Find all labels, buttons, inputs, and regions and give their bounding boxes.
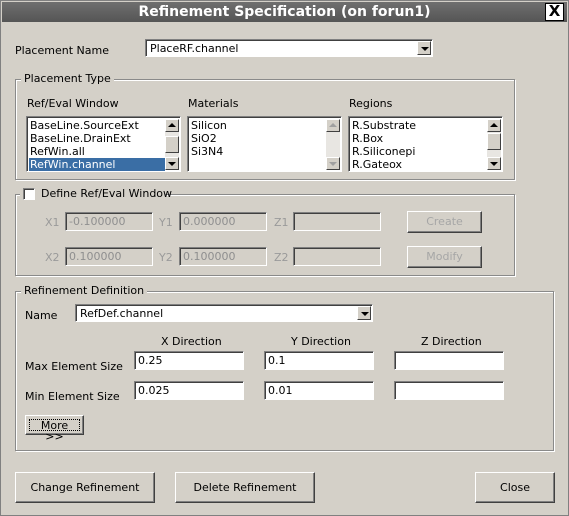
list-item-selected[interactable]: RefWin.channel [29,158,165,171]
max-y-input[interactable]: 0.1 [264,351,374,370]
window-title: Refinement Specification (on forun1) [138,4,431,20]
refdef-name-label: Name [25,309,58,322]
max-x-input[interactable]: 0.25 [134,351,244,370]
ref-eval-window-header: Ref/Eval Window [27,97,119,110]
scroll-thumb[interactable] [165,136,179,153]
list-item[interactable]: R.Gateox [352,158,402,171]
define-window-checkbox[interactable] [23,188,35,200]
scroll-down-icon[interactable] [487,157,501,170]
close-button[interactable]: Close [475,472,555,503]
z-direction-header: Z Direction [421,335,482,348]
list-item[interactable]: R.Box [352,132,383,145]
min-x-input[interactable]: 0.025 [134,381,244,400]
scroll-thumb[interactable] [487,133,501,150]
scroll-down-icon[interactable] [326,157,340,170]
y1-label: Y1 [159,216,173,229]
modify-button[interactable]: Modify [407,246,482,268]
scroll-down-icon[interactable] [165,157,179,170]
placement-type-legend: Placement Type [21,72,114,85]
list-item[interactable]: R.Siliconepi [352,145,415,158]
list-item[interactable]: BaseLine.SourceExt [30,119,139,132]
y-direction-header: Y Direction [291,335,351,348]
define-window-legend: Define Ref/Eval Window [20,187,172,201]
list-item[interactable]: RefWin.all [30,145,85,158]
materials-scrollbar[interactable] [326,119,340,170]
y1-input[interactable]: 0.000000 [179,212,267,231]
chevron-down-icon[interactable] [417,41,431,55]
y2-label: Y2 [159,251,173,264]
list-item[interactable]: Silicon [191,119,227,132]
z2-label: Z2 [274,251,289,264]
refinement-dialog: Refinement Specification (on forun1) X P… [0,0,569,516]
placement-name-combo[interactable]: PlaceRF.channel [145,39,433,57]
list-item[interactable]: BaseLine.DrainExt [30,132,131,145]
refdef-name-value: RefDef.channel [80,307,164,320]
min-element-size-label: Min Element Size [25,390,120,403]
max-z-input[interactable] [394,351,504,370]
placement-name-label: Placement Name [15,44,109,57]
more-button-label: More >> [29,419,80,442]
ref-eval-window-list[interactable]: BaseLine.SourceExt BaseLine.DrainExt Ref… [26,116,181,172]
z1-input[interactable] [293,212,381,231]
regions-header: Regions [349,97,393,110]
x2-label: X2 [45,251,60,264]
delete-refinement-button[interactable]: Delete Refinement [175,472,315,503]
scroll-up-icon[interactable] [165,119,179,132]
min-y-input[interactable]: 0.01 [264,381,374,400]
scroll-up-icon[interactable] [487,119,501,132]
define-window-label: Define Ref/Eval Window [41,187,173,200]
create-button[interactable]: Create [407,211,482,233]
close-icon: X [548,2,561,20]
title-bar[interactable]: Refinement Specification (on forun1) X [2,2,567,22]
z1-label: Z1 [274,216,289,229]
close-window-button[interactable]: X [545,3,564,21]
min-z-input[interactable] [394,381,504,400]
placement-name-value: PlaceRF.channel [150,42,239,55]
more-button[interactable]: More >> [25,415,84,442]
list-item[interactable]: R.Substrate [352,119,416,132]
materials-list[interactable]: Silicon SiO2 Si3N4 [187,116,342,172]
refinement-definition-legend: Refinement Definition [21,284,148,297]
change-refinement-button[interactable]: Change Refinement [15,472,155,503]
x1-label: X1 [45,216,60,229]
chevron-down-icon[interactable] [357,306,371,320]
max-element-size-label: Max Element Size [25,360,123,373]
scroll-up-icon[interactable] [326,119,340,132]
x2-input[interactable]: 0.100000 [65,247,153,266]
regions-scrollbar[interactable] [487,119,501,170]
refdef-name-combo[interactable]: RefDef.channel [75,304,373,322]
z2-input[interactable] [293,247,381,266]
list-item[interactable]: SiO2 [191,132,217,145]
ref-eval-scrollbar[interactable] [165,119,179,170]
regions-list[interactable]: R.Substrate R.Box R.Siliconepi R.Gateox [348,116,503,172]
y2-input[interactable]: 0.100000 [179,247,267,266]
list-item[interactable]: Si3N4 [191,145,223,158]
x1-input[interactable]: -0.100000 [65,212,153,231]
materials-header: Materials [188,97,239,110]
x-direction-header: X Direction [161,335,222,348]
